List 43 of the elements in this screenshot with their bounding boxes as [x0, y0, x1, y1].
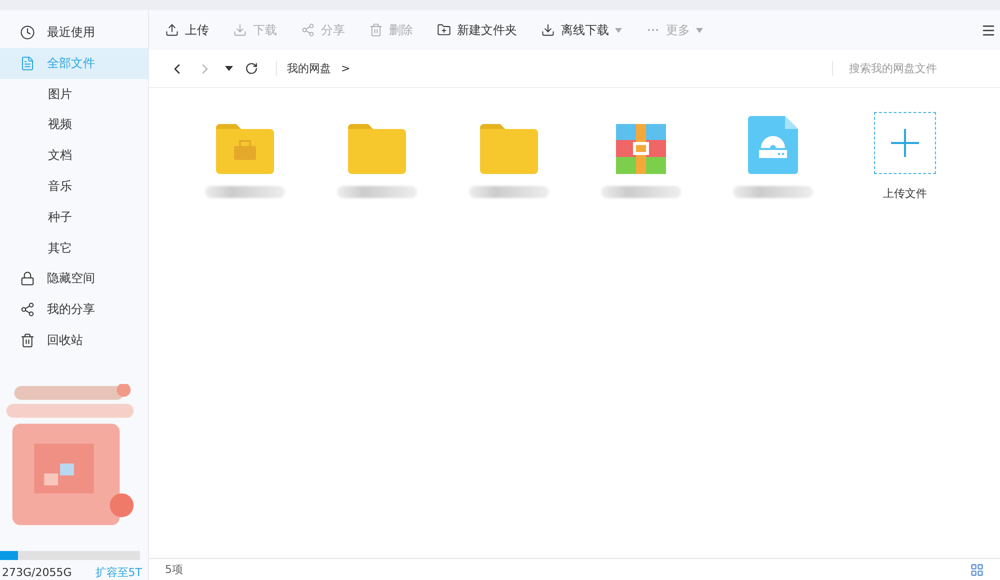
disc-file-icon[interactable]: [748, 116, 798, 174]
caret-icon: [696, 28, 703, 32]
trash-icon: [20, 333, 35, 348]
toolbox-folder-icon[interactable]: [216, 124, 274, 174]
clock-icon: [20, 24, 35, 40]
search-field[interactable]: 搜索我的网盘文件: [832, 61, 982, 76]
caret-icon: [615, 28, 622, 32]
new-folder-icon: [437, 23, 451, 37]
grid-view-icon[interactable]: [970, 562, 984, 576]
sidebar-item[interactable]: 回收站: [0, 325, 148, 356]
breadcrumb[interactable]: 我的网盘: [276, 61, 331, 76]
refresh-icon: [245, 62, 258, 75]
sidebar-item[interactable]: 最近使用: [0, 17, 148, 48]
document-icon: [20, 56, 35, 71]
sidebar-item[interactable]: 视频: [0, 109, 148, 140]
sidebar-item[interactable]: 隐藏空间: [0, 264, 148, 294]
download-icon: [541, 23, 555, 37]
menu-icon[interactable]: [981, 22, 996, 38]
folder-icon[interactable]: [480, 124, 538, 174]
breadcrumb-separator: >: [341, 62, 350, 75]
caret-icon: [225, 66, 233, 72]
folder-icon[interactable]: [348, 124, 406, 174]
toolbar-button[interactable]: 新建文件夹: [437, 22, 517, 38]
sidebar-item[interactable]: 我的分享: [0, 294, 148, 326]
upload-tile[interactable]: [874, 112, 936, 174]
share-icon: [301, 23, 315, 37]
trash-icon: [369, 23, 383, 37]
plus-icon: [891, 129, 919, 157]
sidebar-item[interactable]: 其它: [0, 232, 148, 264]
file-name[interactable]: 上传文件: [883, 186, 927, 201]
sidebar-item[interactable]: 种子: [0, 202, 148, 233]
archive-icon[interactable]: [616, 124, 666, 174]
upload-icon: [165, 23, 179, 37]
lock-icon: [20, 271, 35, 286]
sidebar-item[interactable]: 文档: [0, 140, 148, 172]
toolbar-button[interactable]: 离线下载: [541, 22, 622, 38]
sidebar-item[interactable]: 图片: [0, 78, 148, 110]
item-count: 5项: [165, 562, 183, 577]
sidebar-item[interactable]: 音乐: [0, 171, 148, 202]
storage-usage: 273G/2055G: [2, 566, 72, 579]
share-icon: [20, 302, 35, 318]
download-icon: [233, 23, 247, 37]
toolbar-button[interactable]: 上传: [165, 22, 209, 38]
